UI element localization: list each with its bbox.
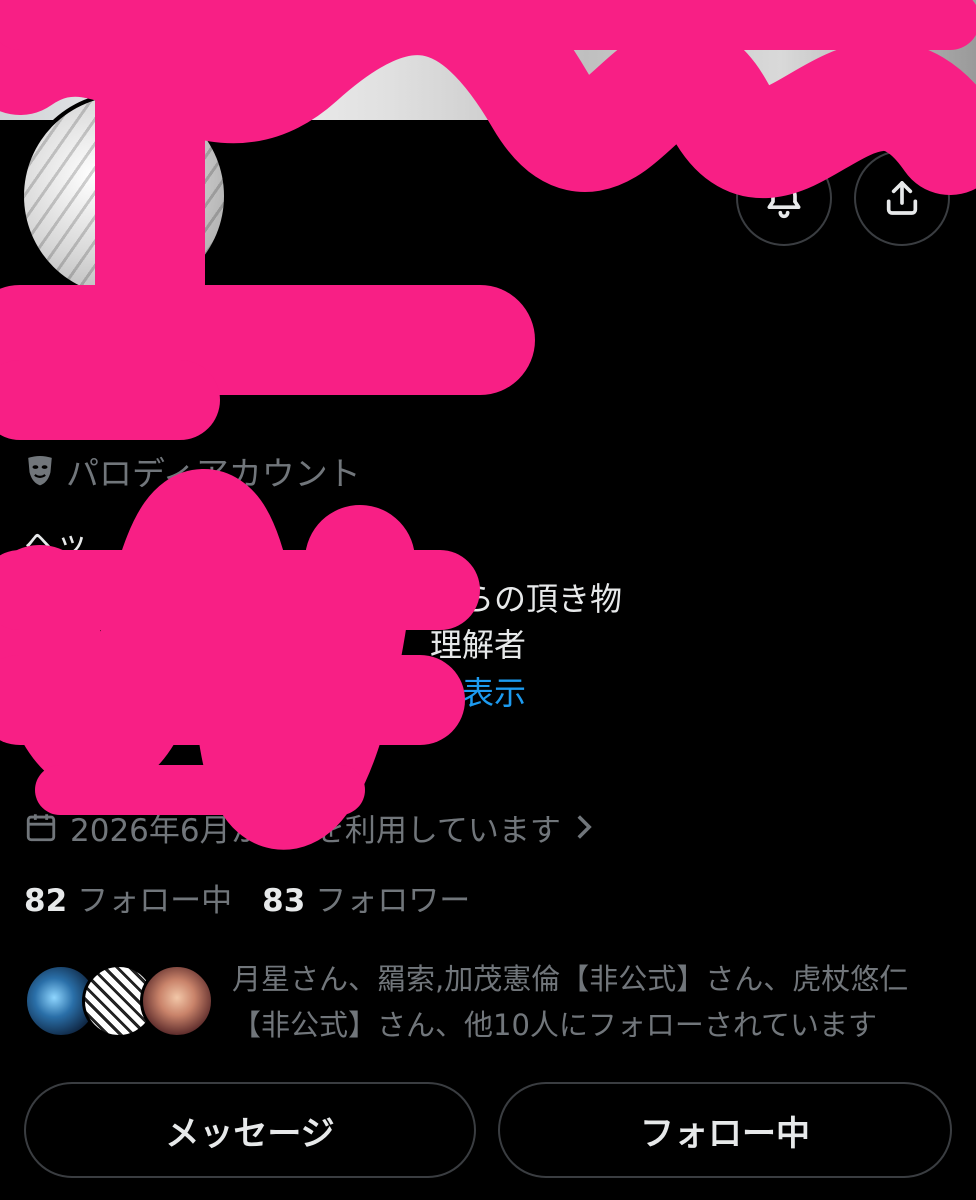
redaction-scribble [0,0,976,849]
